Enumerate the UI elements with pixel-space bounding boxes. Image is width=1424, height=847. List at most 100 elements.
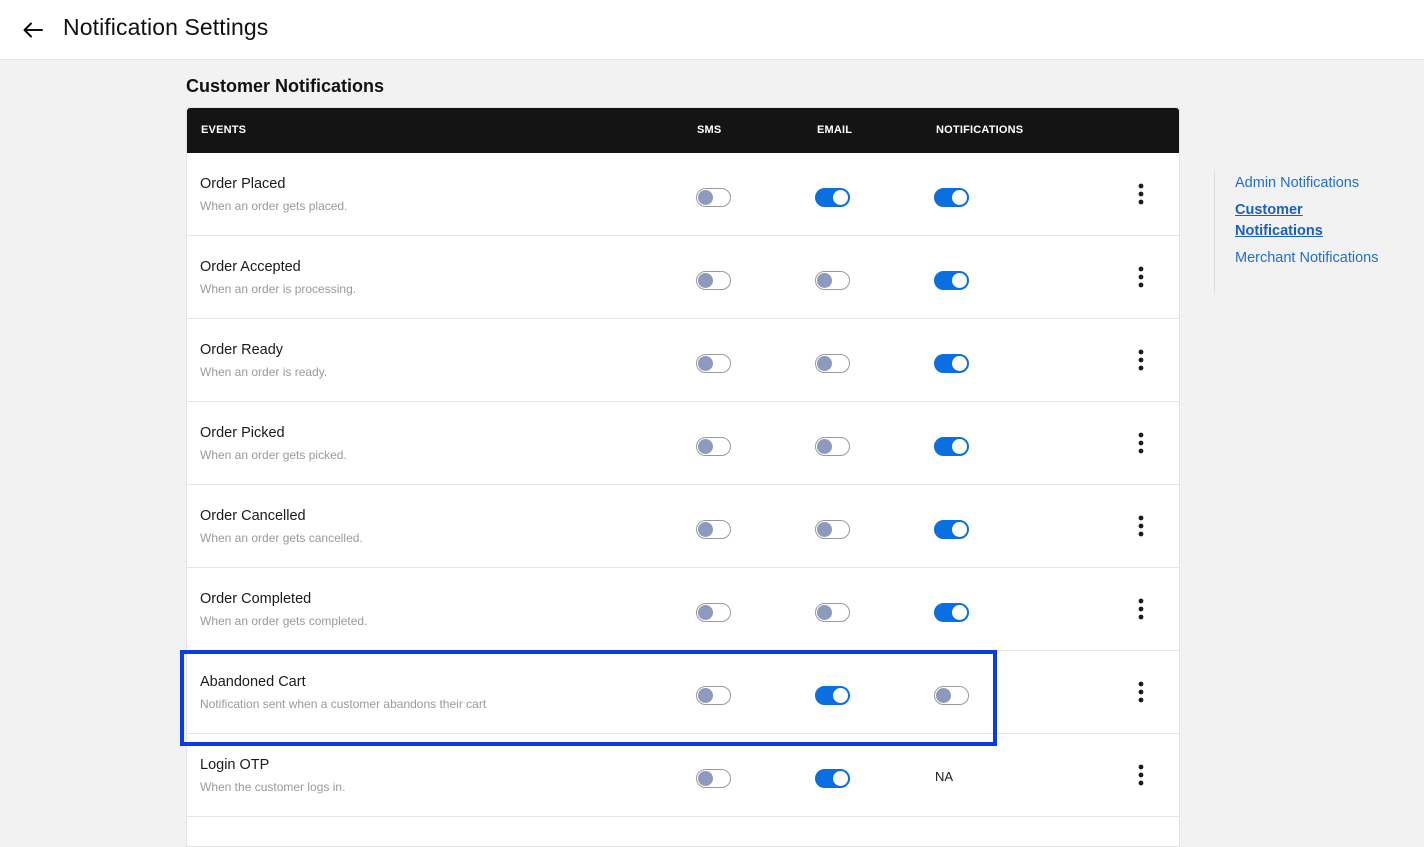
email-toggle[interactable] (815, 686, 850, 705)
more-options-button[interactable] (1131, 264, 1151, 290)
kebab-menu-icon (1138, 432, 1144, 454)
event-title: Order Ready (200, 342, 284, 358)
nav-link-customer-notifications[interactable]: Customer Notifications (1235, 200, 1385, 242)
toggle-knob (698, 272, 713, 288)
event-description: When an order gets placed. (200, 199, 348, 213)
event-title: Order Completed (200, 591, 312, 607)
table-row: Login OTP When the customer logs in. NA (187, 734, 1179, 817)
top-bar: Notification Settings (0, 0, 1424, 60)
sms-toggle[interactable] (696, 769, 731, 788)
kebab-menu-icon (1138, 183, 1144, 205)
toggle-knob (936, 687, 951, 703)
column-header-events: EVENTS (201, 124, 247, 136)
toggle-knob (698, 604, 713, 620)
page-title: Notification Settings (63, 14, 269, 40)
notifications-toggle[interactable] (934, 354, 969, 373)
toggle-knob (817, 272, 832, 288)
table-row: Order Ready When an order is ready. (187, 319, 1179, 402)
event-title: Order Placed (200, 176, 286, 192)
toggle-knob (952, 438, 967, 454)
event-title: Login OTP (200, 757, 270, 773)
kebab-menu-icon (1138, 598, 1144, 620)
toggle-knob (833, 687, 848, 703)
notifications-toggle[interactable] (934, 603, 969, 622)
toggle-knob (952, 521, 967, 537)
event-description: When the customer logs in. (200, 780, 346, 794)
toggle-knob (952, 272, 967, 288)
more-options-button[interactable] (1131, 513, 1151, 539)
event-title: Order Picked (200, 425, 285, 441)
notifications-toggle[interactable] (934, 271, 969, 290)
notification-table: EVENTS SMS EMAIL NOTIFICATIONS Order Pla… (186, 107, 1180, 847)
toggle-knob (952, 189, 967, 205)
event-description: Notification sent when a customer abando… (200, 697, 487, 711)
sms-toggle[interactable] (696, 686, 731, 705)
nav-link-merchant-notifications[interactable]: Merchant Notifications (1235, 248, 1385, 269)
table-row: Order Picked When an order gets picked. (187, 402, 1179, 485)
notifications-toggle[interactable] (934, 686, 969, 705)
email-toggle[interactable] (815, 188, 850, 207)
toggle-knob (698, 438, 713, 454)
event-title: Abandoned Cart (200, 674, 306, 690)
toggle-knob (817, 355, 832, 371)
email-toggle[interactable] (815, 603, 850, 622)
email-toggle[interactable] (815, 437, 850, 456)
toggle-knob (698, 770, 713, 786)
toggle-knob (698, 521, 713, 537)
kebab-menu-icon (1138, 349, 1144, 371)
more-options-button[interactable] (1131, 430, 1151, 456)
sms-toggle[interactable] (696, 437, 731, 456)
more-options-button[interactable] (1131, 347, 1151, 373)
nav-link-admin-notifications[interactable]: Admin Notifications (1235, 173, 1385, 194)
table-row: Abandoned Cart Notification sent when a c… (187, 651, 1179, 734)
toggle-knob (817, 521, 832, 537)
event-title: Order Cancelled (200, 508, 306, 524)
table-header: EVENTS SMS EMAIL NOTIFICATIONS (187, 108, 1179, 153)
table-row: Order Placed When an order gets placed. (187, 153, 1179, 236)
toggle-knob (698, 355, 713, 371)
more-options-button[interactable] (1131, 596, 1151, 622)
kebab-menu-icon (1138, 515, 1144, 537)
more-options-button[interactable] (1131, 762, 1151, 788)
event-description: When an order gets cancelled. (200, 531, 363, 545)
section-title: Customer Notifications (186, 76, 385, 96)
toggle-knob (817, 438, 832, 454)
toggle-knob (698, 189, 713, 205)
back-button[interactable] (20, 17, 46, 43)
kebab-menu-icon (1138, 681, 1144, 703)
sms-toggle[interactable] (696, 520, 731, 539)
notifications-na-text: NA (935, 769, 954, 784)
toggle-knob (698, 687, 713, 703)
table-row: Order Accepted When an order is processin… (187, 236, 1179, 319)
event-description: When an order is processing. (200, 282, 357, 296)
event-description: When an order gets completed. (200, 614, 368, 628)
toggle-knob (833, 770, 848, 786)
email-toggle[interactable] (815, 769, 850, 788)
more-options-button[interactable] (1131, 181, 1151, 207)
event-description: When an order gets picked. (200, 448, 347, 462)
email-toggle[interactable] (815, 271, 850, 290)
section-nav: Admin Notifications Customer Notificatio… (1214, 171, 1385, 293)
arrow-left-icon (23, 22, 43, 38)
email-toggle[interactable] (815, 520, 850, 539)
sms-toggle[interactable] (696, 603, 731, 622)
toggle-knob (952, 355, 967, 371)
table-row: Order Completed When an order gets comple… (187, 568, 1179, 651)
sms-toggle[interactable] (696, 354, 731, 373)
event-title: Order Accepted (200, 259, 301, 275)
kebab-menu-icon (1138, 764, 1144, 786)
notifications-toggle[interactable] (934, 437, 969, 456)
toggle-knob (817, 604, 832, 620)
sms-toggle[interactable] (696, 271, 731, 290)
toggle-knob (952, 604, 967, 620)
notifications-toggle[interactable] (934, 520, 969, 539)
kebab-menu-icon (1138, 266, 1144, 288)
column-header-notifications: NOTIFICATIONS (936, 124, 1024, 136)
toggle-knob (833, 189, 848, 205)
column-header-sms: SMS (697, 124, 722, 136)
notifications-toggle[interactable] (934, 188, 969, 207)
sms-toggle[interactable] (696, 188, 731, 207)
email-toggle[interactable] (815, 354, 850, 373)
more-options-button[interactable] (1131, 679, 1151, 705)
table-row: Order Cancelled When an order gets cancel… (187, 485, 1179, 568)
